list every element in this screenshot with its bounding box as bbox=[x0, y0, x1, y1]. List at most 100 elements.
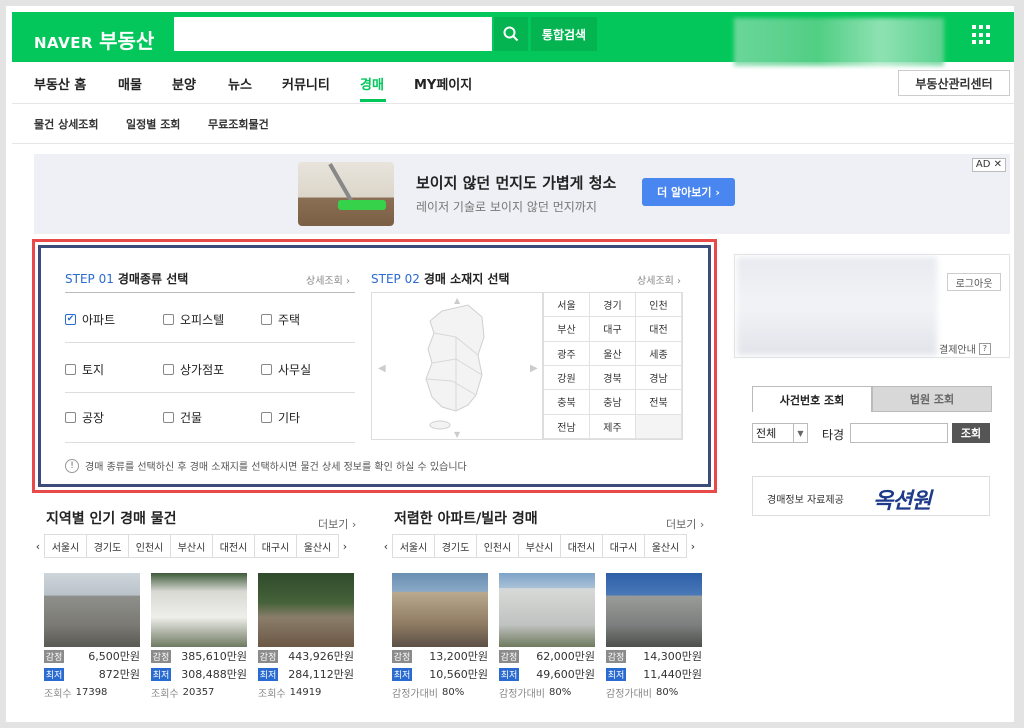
tab-court[interactable]: 법원 조회 bbox=[872, 386, 992, 412]
city-tab[interactable]: 인천시 bbox=[128, 534, 171, 558]
region-gyeongbuk[interactable]: 경북 bbox=[590, 366, 636, 391]
data-provider-banner[interactable]: 경매정보 자료제공 옥션원 bbox=[752, 476, 990, 516]
subnav-item-free[interactable]: 무료조회물건 bbox=[208, 116, 269, 132]
ratio-value: 80% bbox=[442, 686, 465, 698]
region-gyeonggi[interactable]: 경기 bbox=[590, 293, 636, 318]
app-grid-icon[interactable] bbox=[972, 25, 992, 45]
checkbox-store[interactable]: 상가점포 bbox=[163, 361, 224, 378]
city-tab[interactable]: 대전시 bbox=[560, 534, 603, 558]
search-input[interactable] bbox=[174, 17, 492, 51]
blurred-account-info bbox=[737, 257, 937, 355]
popular-more-link[interactable]: 더보기 › bbox=[318, 516, 356, 532]
region-jeju[interactable]: 제주 bbox=[590, 414, 636, 439]
views-label: 조회수 bbox=[44, 688, 72, 700]
checkbox-label: 공장 bbox=[82, 411, 105, 425]
city-tab[interactable]: 부산시 bbox=[518, 534, 561, 558]
region-gwangju[interactable]: 광주 bbox=[544, 341, 590, 366]
region-busan[interactable]: 부산 bbox=[544, 317, 590, 342]
divider bbox=[65, 392, 355, 393]
ad-close-tag[interactable]: AD ✕ bbox=[971, 158, 1006, 172]
city-tab[interactable]: 경기도 bbox=[86, 534, 129, 558]
prev-arrow-icon[interactable]: ‹ bbox=[380, 540, 392, 553]
city-tab[interactable]: 울산시 bbox=[644, 534, 687, 558]
region-jeonnam[interactable]: 전남 bbox=[544, 414, 590, 439]
region-seoul[interactable]: 서울 bbox=[544, 293, 590, 318]
payment-info-link[interactable]: 결제안내 ? bbox=[939, 341, 991, 356]
checkbox-officetel[interactable]: 오피스텔 bbox=[163, 311, 224, 328]
ad-learn-more-button[interactable]: 더 알아보기 › bbox=[642, 178, 735, 206]
auction-card[interactable]: 감정 13,200만원 최저 10,560만원 감정가대비 80% bbox=[392, 573, 488, 701]
auction-card[interactable]: 감정 443,926만원 최저 284,112만원 조회수 14919 bbox=[258, 573, 354, 701]
region-empty bbox=[636, 414, 682, 439]
nav-item-auction[interactable]: 경매 bbox=[360, 74, 384, 93]
region-chungbuk[interactable]: 충북 bbox=[544, 390, 590, 415]
nav-item-presale[interactable]: 분양 bbox=[172, 74, 196, 93]
checkbox-factory[interactable]: 공장 bbox=[65, 409, 104, 426]
checkbox-building[interactable]: 건물 bbox=[163, 409, 202, 426]
nav-item-community[interactable]: 커뮤니티 bbox=[282, 74, 330, 93]
korea-map[interactable]: ◀ ▶ ▲ ▼ bbox=[371, 292, 543, 440]
checkbox-apartment[interactable]: ✔ 아파트 bbox=[65, 311, 115, 328]
case-number-input[interactable] bbox=[850, 423, 948, 443]
views-label: 조회수 bbox=[258, 688, 286, 700]
region-ulsan[interactable]: 울산 bbox=[590, 341, 636, 366]
nav-item-listings[interactable]: 매물 bbox=[118, 74, 142, 93]
city-tab[interactable]: 대구시 bbox=[254, 534, 297, 558]
ad-banner[interactable]: 보이지 않던 먼지도 가볍게 청소 레이저 기술로 보이지 않던 먼지까지 더 … bbox=[34, 154, 1010, 234]
auction-card[interactable]: 감정 6,500만원 최저 872만원 조회수 17398 bbox=[44, 573, 140, 701]
highlight-box: STEP 01 경매종류 선택 상세조회 › ✔ 아파트 오피스텔 주택 토지 상가… bbox=[32, 239, 717, 493]
views-row: 조회수 14919 bbox=[258, 683, 354, 701]
integrated-search-button[interactable]: 통합검색 bbox=[531, 17, 597, 51]
step2-title: STEP 02 경매 소재지 선택 bbox=[371, 270, 510, 287]
nav-item-news[interactable]: 뉴스 bbox=[228, 74, 252, 93]
court-select[interactable]: 전체 ▼ bbox=[752, 423, 808, 443]
ad-title: 보이지 않던 먼지도 가볍게 청소 bbox=[416, 174, 617, 192]
subnav-item-schedule[interactable]: 일정별 조회 bbox=[126, 116, 180, 132]
naver-real-estate-logo[interactable]: NAVER 부동산 bbox=[34, 25, 154, 54]
tab-case-number[interactable]: 사건번호 조회 bbox=[752, 386, 872, 412]
popular-section-title: 지역별 인기 경매 물건 bbox=[46, 511, 177, 527]
nav-item-mypage[interactable]: MY페이지 bbox=[414, 74, 472, 93]
auction-card[interactable]: 감정 385,610만원 최저 308,488만원 조회수 20357 bbox=[151, 573, 247, 701]
payment-info-label: 결제안내 bbox=[939, 345, 976, 356]
region-incheon[interactable]: 인천 bbox=[636, 293, 682, 318]
cheap-more-link[interactable]: 더보기 › bbox=[666, 516, 704, 532]
appraisal-badge: 감정 bbox=[258, 649, 278, 663]
checkbox-etc[interactable]: 기타 bbox=[261, 409, 300, 426]
prev-arrow-icon[interactable]: ‹ bbox=[32, 540, 44, 553]
checkbox-land[interactable]: 토지 bbox=[65, 361, 104, 378]
nav-item-home[interactable]: 부동산 홈 bbox=[34, 74, 86, 93]
svg-text:▼: ▼ bbox=[454, 430, 461, 439]
minimum-value: 284,112만원 bbox=[288, 668, 354, 681]
management-center-button[interactable]: 부동산관리센터 bbox=[898, 70, 1010, 96]
region-gyeongnam[interactable]: 경남 bbox=[636, 366, 682, 391]
minimum-row: 최저 872만원 bbox=[44, 665, 140, 683]
city-tab[interactable]: 인천시 bbox=[476, 534, 519, 558]
city-tab[interactable]: 경기도 bbox=[434, 534, 477, 558]
next-arrow-icon[interactable]: › bbox=[687, 540, 699, 553]
step2-detail-link[interactable]: 상세조회 › bbox=[637, 272, 681, 287]
city-tab[interactable]: 부산시 bbox=[170, 534, 213, 558]
city-tab[interactable]: 대전시 bbox=[212, 534, 255, 558]
case-search-button[interactable]: 조회 bbox=[952, 423, 990, 443]
region-gangwon[interactable]: 강원 bbox=[544, 366, 590, 391]
city-tab[interactable]: 대구시 bbox=[602, 534, 645, 558]
subnav-item-detail[interactable]: 물건 상세조회 bbox=[34, 116, 99, 132]
logout-button[interactable]: 로그아웃 bbox=[947, 273, 1001, 291]
step1-detail-link[interactable]: 상세조회 › bbox=[306, 272, 350, 287]
checkbox-office[interactable]: 사무실 bbox=[261, 361, 311, 378]
next-arrow-icon[interactable]: › bbox=[339, 540, 351, 553]
region-chungnam[interactable]: 충남 bbox=[590, 390, 636, 415]
checkbox-house[interactable]: 주택 bbox=[261, 311, 300, 328]
city-tab[interactable]: 서울시 bbox=[44, 534, 87, 558]
auction-card[interactable]: 감정 14,300만원 최저 11,440만원 감정가대비 80% bbox=[606, 573, 702, 701]
region-daejeon[interactable]: 대전 bbox=[636, 317, 682, 342]
region-daegu[interactable]: 대구 bbox=[590, 317, 636, 342]
region-sejong[interactable]: 세종 bbox=[636, 341, 682, 366]
region-jeonbuk[interactable]: 전북 bbox=[636, 390, 682, 415]
auction-card[interactable]: 감정 62,000만원 최저 49,600만원 감정가대비 80% bbox=[499, 573, 595, 701]
search-button[interactable] bbox=[494, 17, 528, 51]
help-icon[interactable]: ? bbox=[978, 342, 991, 355]
city-tab[interactable]: 서울시 bbox=[392, 534, 435, 558]
city-tab[interactable]: 울산시 bbox=[296, 534, 339, 558]
